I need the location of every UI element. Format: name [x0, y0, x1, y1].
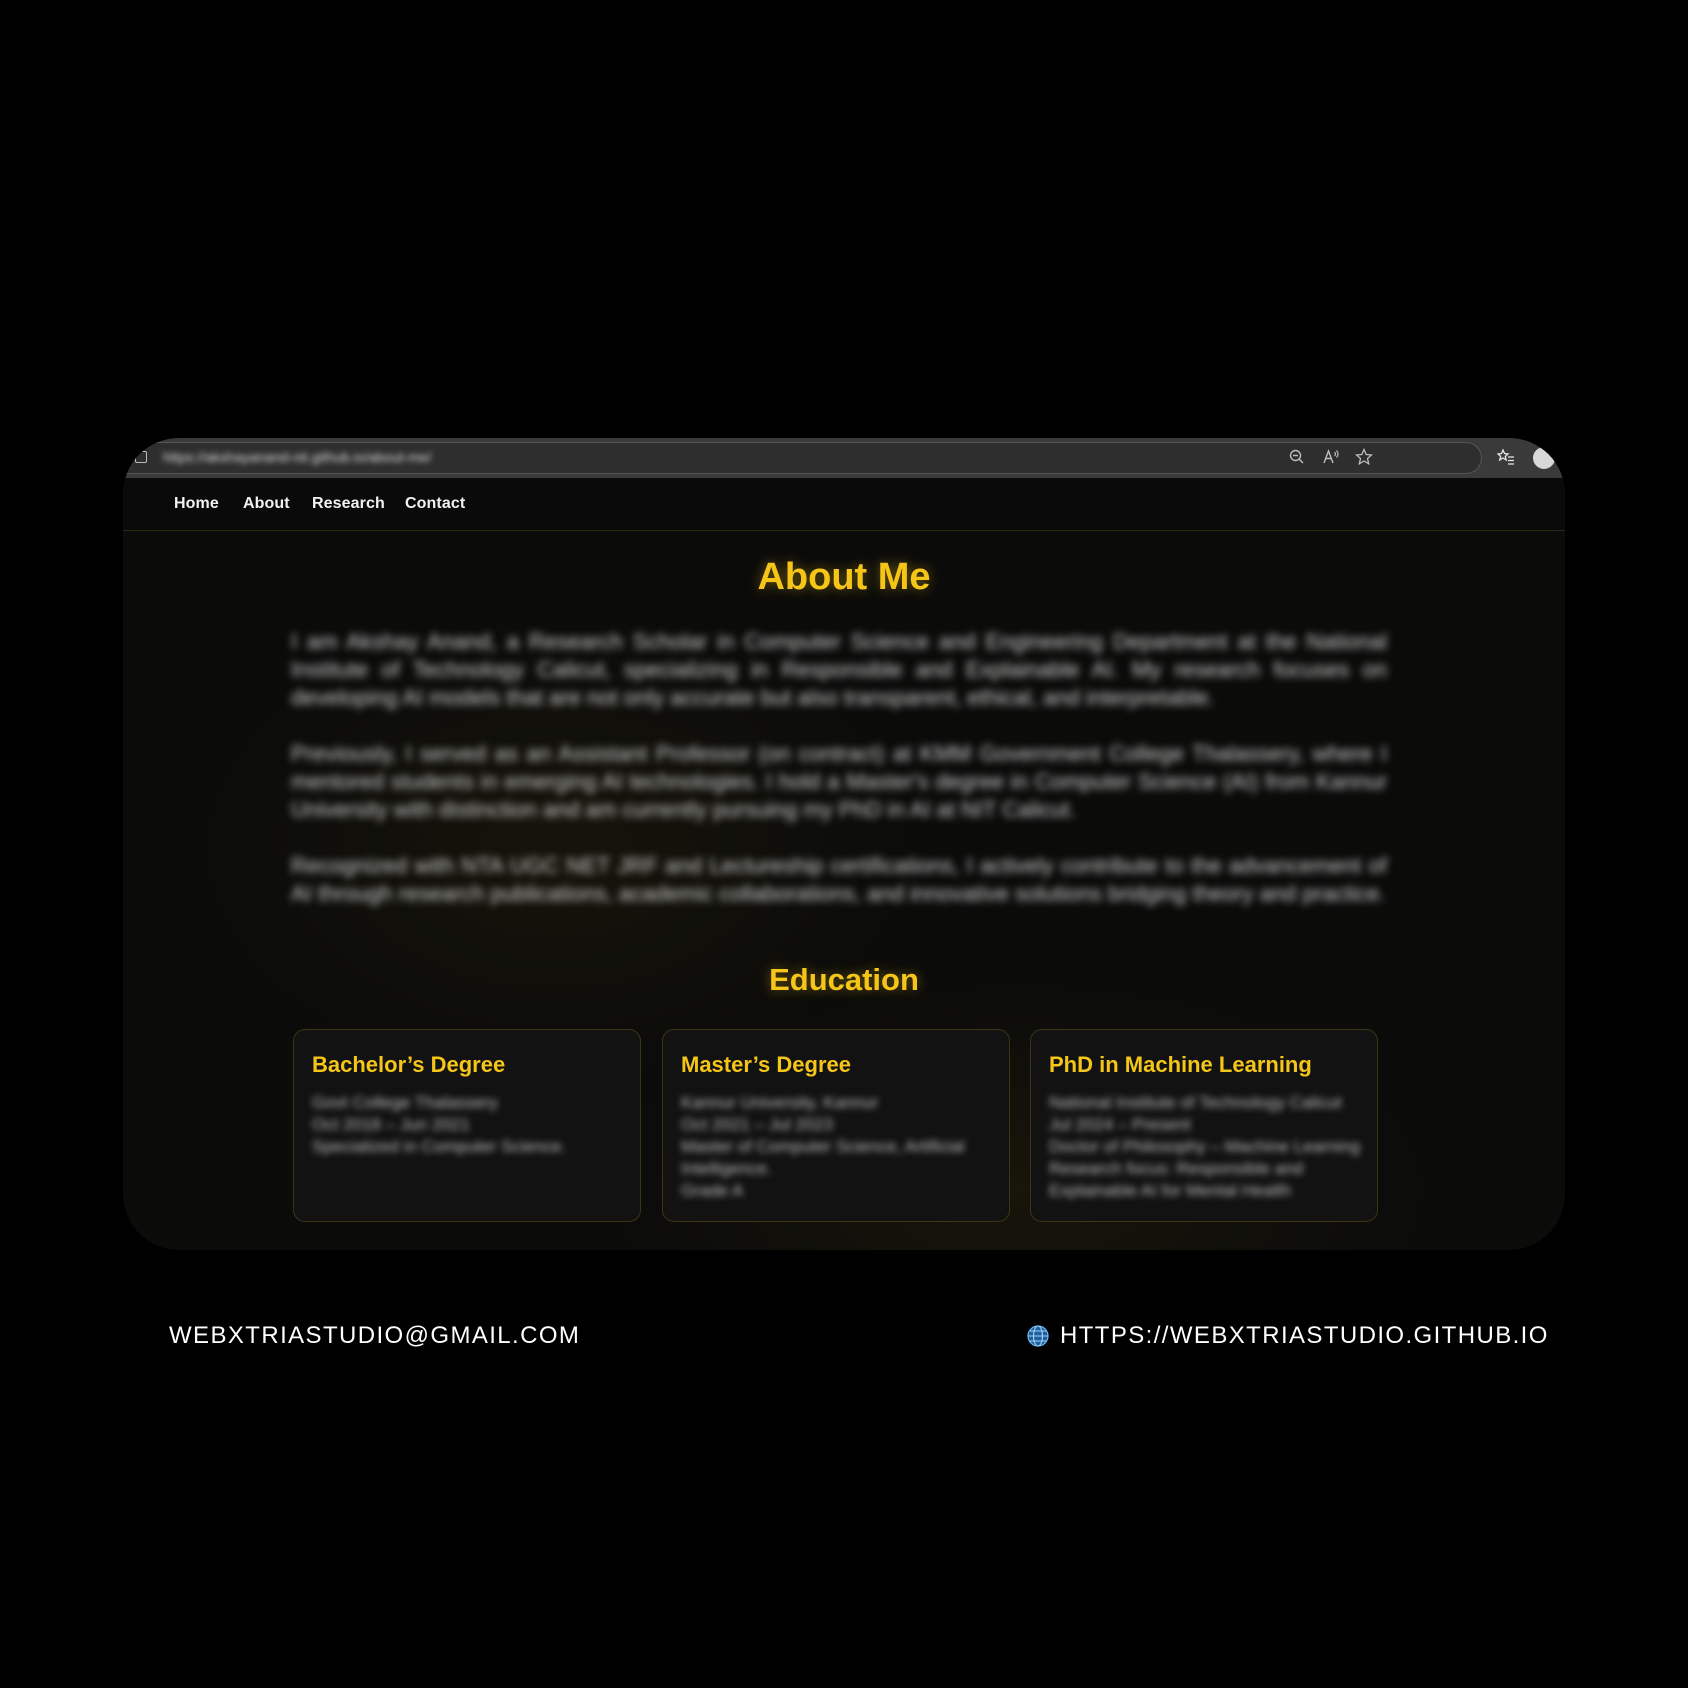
card-body: National Institute of Technology Calicut… — [1049, 1092, 1360, 1202]
url-text[interactable]: https://akshayanand-nit.github.io/about-… — [163, 449, 432, 465]
about-paragraph-3: Recognized with NTA UGC NET JRF and Lect… — [291, 853, 1387, 906]
education-card-phd: PhD in Machine Learning National Institu… — [1030, 1029, 1378, 1222]
nav-research[interactable]: Research — [312, 495, 385, 513]
footer-website[interactable]: HTTPS://WEBXTRIASTUDIO.GITHUB.IO — [1026, 1322, 1549, 1350]
card-line: Grade A — [681, 1181, 744, 1200]
nav-contact[interactable]: Contact — [405, 495, 465, 513]
card-line: Kannur University, Kannur — [681, 1093, 879, 1112]
favorite-star-icon[interactable] — [1355, 448, 1373, 466]
education-heading: Education — [769, 962, 919, 997]
about-paragraph-1: I am Akshay Anand, a Research Scholar in… — [291, 629, 1387, 710]
about-heading: About Me — [757, 556, 931, 598]
card-line: Govt College Thalassery — [312, 1093, 498, 1112]
site-info-icon[interactable] — [135, 451, 147, 463]
card-line: Oct 2021 – Jul 2023 — [681, 1115, 834, 1134]
about-paragraph-2: Previously, I served as an Assistant Pro… — [291, 741, 1387, 822]
education-card-masters: Master’s Degree Kannur University, Kannu… — [662, 1029, 1010, 1222]
footer-email[interactable]: WEBXTRIASTUDIO@GMAIL.COM — [169, 1322, 580, 1350]
card-title: Bachelor’s Degree — [312, 1052, 506, 1077]
card-line: Explainable AI for Mental Health — [1049, 1181, 1291, 1200]
card-title: PhD in Machine Learning — [1049, 1052, 1312, 1077]
favorites-list-icon[interactable] — [1497, 448, 1515, 466]
browser-window: https://akshayanand-nit.github.io/about-… — [123, 438, 1565, 1250]
education-card-bachelors: Bachelor’s Degree Govt College Thalasser… — [293, 1029, 641, 1222]
card-line: Specialized in Computer Science. — [312, 1137, 567, 1156]
zoom-out-icon[interactable] — [1288, 448, 1306, 466]
canvas: https://akshayanand-nit.github.io/about-… — [0, 0, 1688, 1688]
card-line: Master of Computer Science, Artificial — [681, 1137, 965, 1156]
card-body: Govt College Thalassery Oct 2018 – Jun 2… — [312, 1092, 612, 1158]
globe-icon — [1027, 1325, 1049, 1347]
address-bar: https://akshayanand-nit.github.io/about-… — [123, 438, 1565, 479]
nav-home[interactable]: Home — [174, 495, 219, 513]
url-field[interactable]: https://akshayanand-nit.github.io/about-… — [123, 442, 1482, 474]
card-line: National Institute of Technology Calicut — [1049, 1093, 1342, 1112]
card-line: Oct 2018 – Jun 2021 — [312, 1115, 470, 1134]
nav-about[interactable]: About — [243, 495, 290, 513]
footer-url[interactable]: HTTPS://WEBXTRIASTUDIO.GITHUB.IO — [1060, 1322, 1549, 1350]
card-line: Intelligence. — [681, 1159, 772, 1178]
card-body: Kannur University, Kannur Oct 2021 – Jul… — [681, 1092, 981, 1202]
card-line: Research focus: Responsible and — [1049, 1159, 1304, 1178]
card-line: Jul 2024 – Present — [1049, 1115, 1191, 1134]
site-nav: Home About Research Contact — [123, 478, 1565, 531]
card-title: Master’s Degree — [681, 1052, 851, 1077]
profile-avatar[interactable] — [1533, 447, 1555, 469]
read-aloud-icon[interactable] — [1322, 448, 1340, 466]
card-line: Doctor of Philosophy – Machine Learning — [1049, 1137, 1360, 1156]
